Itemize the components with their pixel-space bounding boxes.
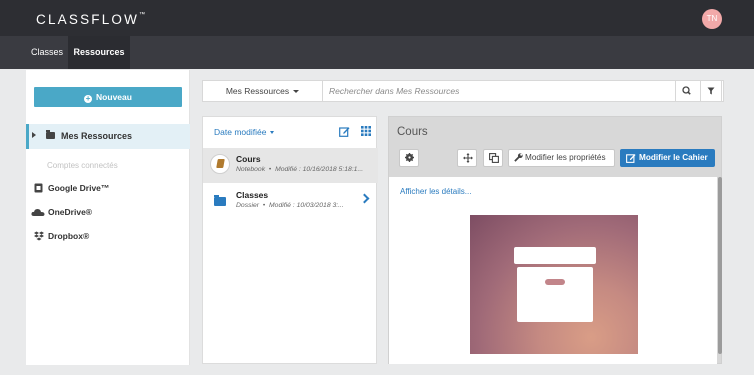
scope-dropdown[interactable]: Mes Ressources <box>203 81 323 101</box>
sidebar-item-mes-ressources[interactable]: Mes Ressources <box>26 124 190 149</box>
user-avatar[interactable]: TN <box>702 9 722 29</box>
onedrive-cloud-icon <box>31 209 45 216</box>
new-button[interactable]: + Nouveau <box>34 87 182 107</box>
move-button[interactable] <box>457 149 477 167</box>
gear-icon <box>405 153 414 162</box>
archive-box-icon <box>514 247 596 264</box>
caret-right-icon[interactable] <box>32 132 36 138</box>
google-drive-icon <box>34 183 43 193</box>
search-icon <box>682 86 691 95</box>
folder-icon <box>46 130 55 139</box>
notebook-icon <box>210 154 230 174</box>
sort-dropdown[interactable]: Date modifiée <box>214 127 275 137</box>
edit-properties-button[interactable]: Modifier les propriétés <box>508 149 615 167</box>
grid-view-icon[interactable] <box>361 126 371 136</box>
tab-classes[interactable]: Classes <box>26 36 68 69</box>
plus-circle-icon: + <box>84 94 93 103</box>
wrench-icon <box>514 153 523 162</box>
copy-icon <box>489 153 499 163</box>
dropbox-icon <box>34 231 44 241</box>
search-bar: Mes Ressources <box>202 80 724 102</box>
search-button[interactable] <box>675 81 697 101</box>
sidebar-item-google-drive[interactable]: Google Drive™ <box>26 180 190 198</box>
sidebar-item-dropbox[interactable]: Dropbox® <box>26 228 190 246</box>
edit-notebook-button[interactable]: Modifier le Cahier <box>620 149 715 167</box>
detail-panel: Cours Modifier les propriétés Modifier l… <box>388 116 722 364</box>
caret-down-icon <box>293 90 300 93</box>
caret-down-icon <box>270 131 275 134</box>
resource-list: Date modifiée Cours Notebook • Modifié :… <box>202 116 378 364</box>
list-item[interactable]: Classes Dossier • Modifié : 10/03/2018 3… <box>203 184 378 220</box>
list-header: Date modifiée <box>203 117 378 145</box>
list-item[interactable]: Cours Notebook • Modifié : 10/16/2018 5:… <box>203 148 378 183</box>
filter-button[interactable] <box>700 80 722 102</box>
filter-icon <box>707 87 715 95</box>
copy-button[interactable] <box>483 149 503 167</box>
settings-button[interactable] <box>399 149 419 167</box>
top-bar: CLASSFLOW™ TN <box>0 0 754 36</box>
notebook-thumbnail <box>470 215 638 354</box>
move-arrows-icon <box>463 153 473 163</box>
edit-icon <box>626 154 636 163</box>
new-notebook-icon[interactable] <box>339 126 350 137</box>
connected-accounts-label: Comptes connectés <box>47 161 118 170</box>
folder-icon <box>214 195 226 206</box>
app-logo[interactable]: CLASSFLOW™ <box>36 12 145 27</box>
detail-title: Cours <box>397 126 428 138</box>
detail-body: Afficher les détails... <box>389 177 717 364</box>
tab-ressources[interactable]: Ressources <box>68 36 130 69</box>
main-nav: Classes Ressources <box>0 36 754 69</box>
sidebar: + Nouveau Mes Ressources Comptes connecté… <box>26 70 190 365</box>
show-details-link[interactable]: Afficher les détails... <box>400 187 471 196</box>
search-input[interactable] <box>324 81 675 101</box>
sidebar-item-onedrive[interactable]: OneDrive® <box>26 204 190 222</box>
scrollbar[interactable] <box>718 177 722 354</box>
